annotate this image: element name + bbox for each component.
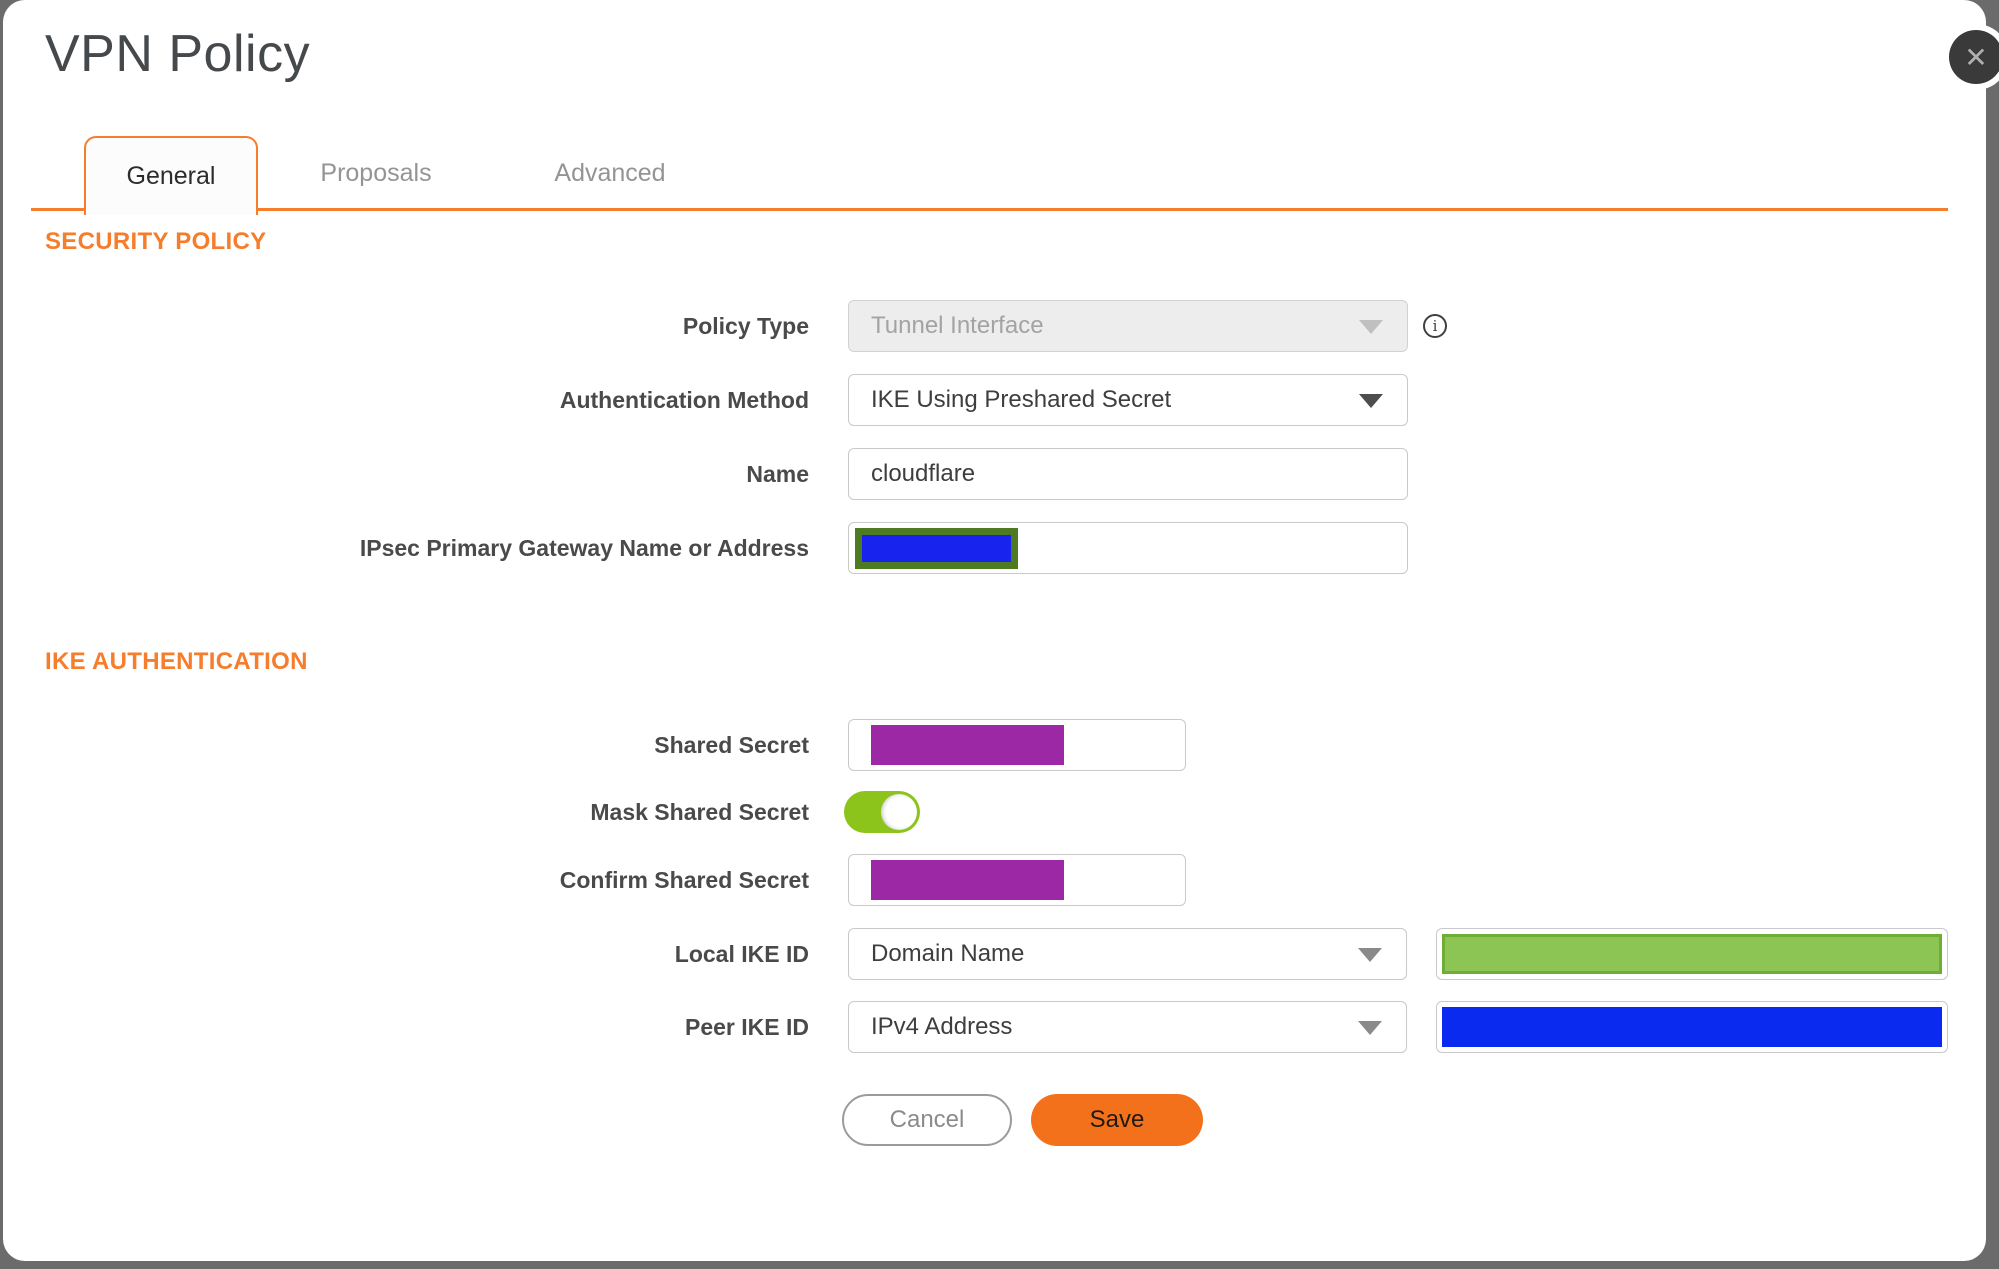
peer-ike-id-value: IPv4 Address	[871, 1013, 1013, 1040]
local-ike-id-label: Local IKE ID	[674, 940, 809, 967]
policy-type-label: Policy Type	[682, 312, 809, 339]
tab-proposals-label: Proposals	[320, 158, 432, 187]
authentication-method-value: IKE Using Preshared Secret	[871, 386, 1172, 413]
name-value: cloudflare	[871, 460, 976, 487]
info-icon[interactable]: i	[1423, 314, 1447, 338]
tab-general-label: General	[126, 162, 216, 190]
peer-ike-id-redacted-value	[1442, 1007, 1942, 1047]
page-title: VPN Policy	[45, 25, 311, 83]
tab-proposals[interactable]: Proposals	[291, 136, 461, 210]
tab-advanced-label: Advanced	[554, 158, 666, 187]
local-ike-id-value-input[interactable]	[1436, 928, 1948, 980]
name-label: Name	[746, 460, 809, 487]
toggle-knob	[881, 794, 917, 830]
chevron-down-icon	[1358, 1021, 1382, 1035]
section-ike-authentication: IKE AUTHENTICATION	[45, 648, 308, 675]
confirm-shared-secret-redacted-value	[871, 860, 1064, 900]
authentication-method-label: Authentication Method	[559, 386, 809, 413]
policy-type-value: Tunnel Interface	[871, 312, 1044, 339]
vpn-policy-dialog: VPN Policy General Proposals Advanced SE…	[3, 0, 1986, 1261]
mask-shared-secret-toggle[interactable]	[844, 791, 920, 833]
local-ike-id-redacted-value	[1442, 934, 1942, 974]
policy-type-select: Tunnel Interface	[848, 300, 1408, 352]
peer-ike-id-value-input[interactable]	[1436, 1001, 1948, 1053]
confirm-shared-secret-input[interactable]	[848, 854, 1186, 906]
gateway-label: IPsec Primary Gateway Name or Address	[359, 534, 809, 561]
chevron-down-icon	[1359, 394, 1383, 408]
close-button[interactable]: ✕	[1949, 30, 1999, 84]
name-input[interactable]: cloudflare	[848, 448, 1408, 500]
peer-ike-id-label: Peer IKE ID	[685, 1013, 809, 1040]
shared-secret-input[interactable]	[848, 719, 1186, 771]
section-security-policy: SECURITY POLICY	[45, 228, 267, 255]
peer-ike-id-select[interactable]: IPv4 Address	[848, 1001, 1407, 1053]
mask-shared-secret-label: Mask Shared Secret	[590, 798, 809, 825]
tab-general[interactable]: General	[84, 136, 258, 215]
cancel-button[interactable]: Cancel	[842, 1094, 1012, 1146]
confirm-shared-secret-label: Confirm Shared Secret	[559, 866, 809, 893]
chevron-down-icon	[1359, 320, 1383, 334]
shared-secret-redacted-value	[871, 725, 1064, 765]
save-button[interactable]: Save	[1031, 1094, 1203, 1146]
page-backdrop: VPN Policy General Proposals Advanced SE…	[0, 0, 1999, 1269]
close-icon: ✕	[1964, 41, 1988, 73]
chevron-down-icon	[1358, 948, 1382, 962]
gateway-redacted-value	[855, 528, 1018, 569]
authentication-method-select[interactable]: IKE Using Preshared Secret	[848, 374, 1408, 426]
local-ike-id-select[interactable]: Domain Name	[848, 928, 1407, 980]
tab-advanced[interactable]: Advanced	[525, 136, 695, 210]
shared-secret-label: Shared Secret	[654, 731, 809, 758]
local-ike-id-value: Domain Name	[871, 940, 1025, 967]
